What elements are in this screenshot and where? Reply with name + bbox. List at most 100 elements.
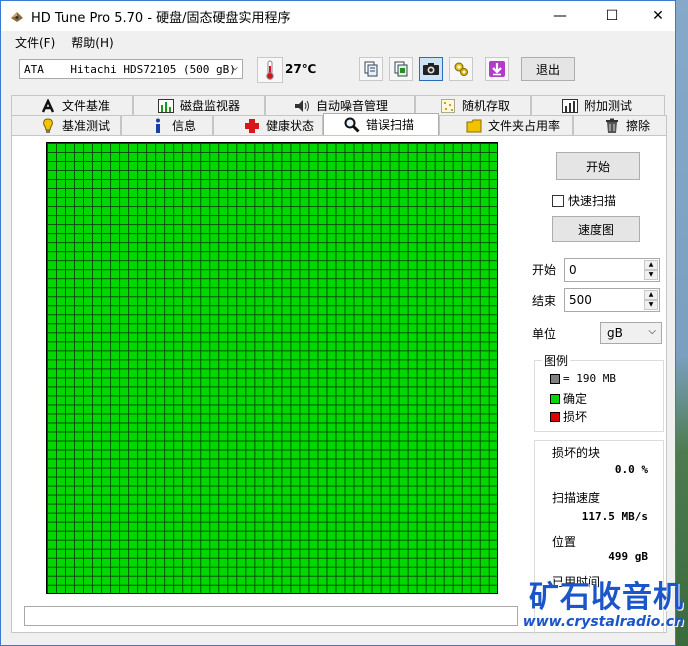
spin-up-icon[interactable]: ▲ <box>644 290 658 300</box>
tab-label: 文件夹占用率 <box>488 119 561 133</box>
copy-info-button[interactable] <box>389 57 413 81</box>
tab-erase[interactable]: 擦除 <box>573 115 667 135</box>
chevron-down-icon: ⌵ <box>231 62 238 73</box>
start-scan-button[interactable]: 开始 <box>556 152 640 180</box>
tab-folder-usage[interactable]: 文件夹占用率 <box>439 115 573 135</box>
block-size-label: = 190 MB <box>563 372 616 385</box>
tab-label: 错误扫描 <box>366 118 415 132</box>
quick-scan-checkbox[interactable] <box>552 194 564 207</box>
tab-health[interactable]: 健康状态 <box>213 115 323 135</box>
save-download-icon <box>489 61 505 77</box>
copy-text-button[interactable] <box>359 57 383 81</box>
quick-scan-option[interactable]: 快速扫描 <box>552 192 616 209</box>
hdtune-app-icon <box>11 12 23 22</box>
disk-monitor-icon <box>158 98 174 114</box>
legend-title: 图例 <box>542 352 571 369</box>
scan-speed-value: 117.5 MB/s <box>581 510 648 523</box>
spin-up-icon[interactable]: ▲ <box>644 260 658 270</box>
spin-down-icon[interactable]: ▼ <box>644 270 658 280</box>
position-label: 位置 <box>552 535 577 549</box>
copy-text-icon <box>364 61 378 77</box>
scan-speed-label: 扫描速度 <box>552 491 601 505</box>
title-bar[interactable]: HD Tune Pro 5.70 - 硬盘/固态硬盘实用程序 — ☐ ✕ <box>1 1 675 31</box>
drive-select[interactable]: ATA Hitachi HDS72105 (500 gB) ⌵ <box>19 59 243 79</box>
tab-label: 健康状态 <box>266 119 315 133</box>
start-spinner[interactable]: ▲ ▼ <box>644 260 658 280</box>
magnifier-icon <box>344 117 360 133</box>
end-field-label: 结束 <box>532 294 557 308</box>
save-button[interactable] <box>485 57 509 81</box>
drive-select-value: ATA Hitachi HDS72105 (500 gB) <box>24 62 236 76</box>
close-button[interactable]: ✕ <box>635 1 681 31</box>
damaged-blocks-value: 0.0 % <box>614 463 648 476</box>
maximize-button[interactable]: ☐ <box>589 1 635 31</box>
tab-label: 随机存取 <box>462 99 511 113</box>
menu-bar: 文件(F) 帮助(H) <box>1 31 675 53</box>
tab-info[interactable]: 信息 <box>121 115 213 135</box>
tab-benchmark[interactable]: 基准测试 <box>11 115 121 135</box>
screenshot-button[interactable] <box>419 57 443 81</box>
start-field-label: 开始 <box>532 263 557 277</box>
position-value: 499 gB <box>608 550 648 563</box>
unit-select[interactable]: gB ⌵ <box>600 322 662 344</box>
thermometer-icon <box>266 60 274 80</box>
tabs-row-bottom: 基准测试 信息 健康状态 错误扫描 文件夹占用率 擦除 <box>11 113 667 135</box>
health-cross-icon <box>244 118 260 134</box>
unit-label: 单位 <box>532 327 557 341</box>
tab-extra-tests[interactable]: 附加测试 <box>531 95 665 115</box>
block-swatch <box>550 373 560 384</box>
tab-random-access[interactable]: 随机存取 <box>415 95 531 115</box>
tab-aam[interactable]: 自动噪音管理 <box>265 95 415 115</box>
file-benchmark-icon <box>40 98 56 114</box>
error-scan-panel: 开始 快速扫描 速度图 开始 0 ▲ ▼ 结束 500 ▲ ▼ 单位 gB ⌵ <box>11 135 667 634</box>
copy-info-icon <box>394 61 408 77</box>
benchmark-icon <box>40 117 56 134</box>
legend-ok: 确定 <box>550 390 587 407</box>
tab-label: 擦除 <box>626 119 651 133</box>
spin-down-icon[interactable]: ▼ <box>644 300 658 310</box>
legend-block-size: = 190 MB <box>550 372 616 385</box>
tab-label: 自动噪音管理 <box>316 99 389 113</box>
tab-label: 磁盘监视器 <box>180 99 241 113</box>
window-title: HD Tune Pro 5.70 - 硬盘/固态硬盘实用程序 <box>31 10 291 26</box>
exit-button[interactable]: 退出 <box>521 57 575 81</box>
trash-icon <box>604 118 620 134</box>
app-window: HD Tune Pro 5.70 - 硬盘/固态硬盘实用程序 — ☐ ✕ 文件(… <box>0 0 676 646</box>
speaker-icon <box>294 98 310 114</box>
options-button[interactable] <box>449 57 473 81</box>
tab-error-scan[interactable]: 错误扫描 <box>323 113 439 135</box>
end-spinner[interactable]: ▲ ▼ <box>644 290 658 310</box>
menu-file[interactable]: 文件(F) <box>7 34 63 51</box>
random-access-icon <box>440 98 456 114</box>
tabs-row-top: 文件基准 磁盘监视器 自动噪音管理 随机存取 附加测试 <box>11 95 665 115</box>
end-position-input[interactable]: 500 ▲ ▼ <box>564 288 660 312</box>
quick-scan-label: 快速扫描 <box>568 194 617 208</box>
folder-icon <box>466 118 482 134</box>
end-position-value: 500 <box>569 293 592 307</box>
damaged-blocks-label: 损坏的块 <box>552 446 601 460</box>
tab-label: 信息 <box>172 119 197 133</box>
ok-label: 确定 <box>563 392 588 406</box>
scan-block-grid <box>46 142 498 594</box>
tab-label: 基准测试 <box>62 119 111 133</box>
tab-disk-monitor[interactable]: 磁盘监视器 <box>133 95 265 115</box>
start-position-input[interactable]: 0 ▲ ▼ <box>564 258 660 282</box>
elapsed-time-label: 已用时间 <box>552 575 601 589</box>
temperature-button[interactable] <box>257 57 283 83</box>
settings-icon <box>454 62 468 76</box>
tab-label: 附加测试 <box>584 99 633 113</box>
minimize-button[interactable]: — <box>537 1 583 31</box>
speed-map-button[interactable]: 速度图 <box>552 216 640 242</box>
chevron-down-icon: ⌵ <box>648 326 656 337</box>
menu-help[interactable]: 帮助(H) <box>63 34 121 51</box>
legend-bad: 损坏 <box>550 408 587 425</box>
camera-icon <box>423 63 439 75</box>
bad-label: 损坏 <box>563 410 588 424</box>
ok-swatch <box>550 393 560 404</box>
status-bar <box>24 606 518 626</box>
start-position-value: 0 <box>569 263 577 277</box>
temperature-value: 27℃ <box>285 62 317 76</box>
tab-label: 文件基准 <box>62 99 111 113</box>
bad-swatch <box>550 411 560 422</box>
tab-file-benchmark[interactable]: 文件基准 <box>11 95 133 115</box>
